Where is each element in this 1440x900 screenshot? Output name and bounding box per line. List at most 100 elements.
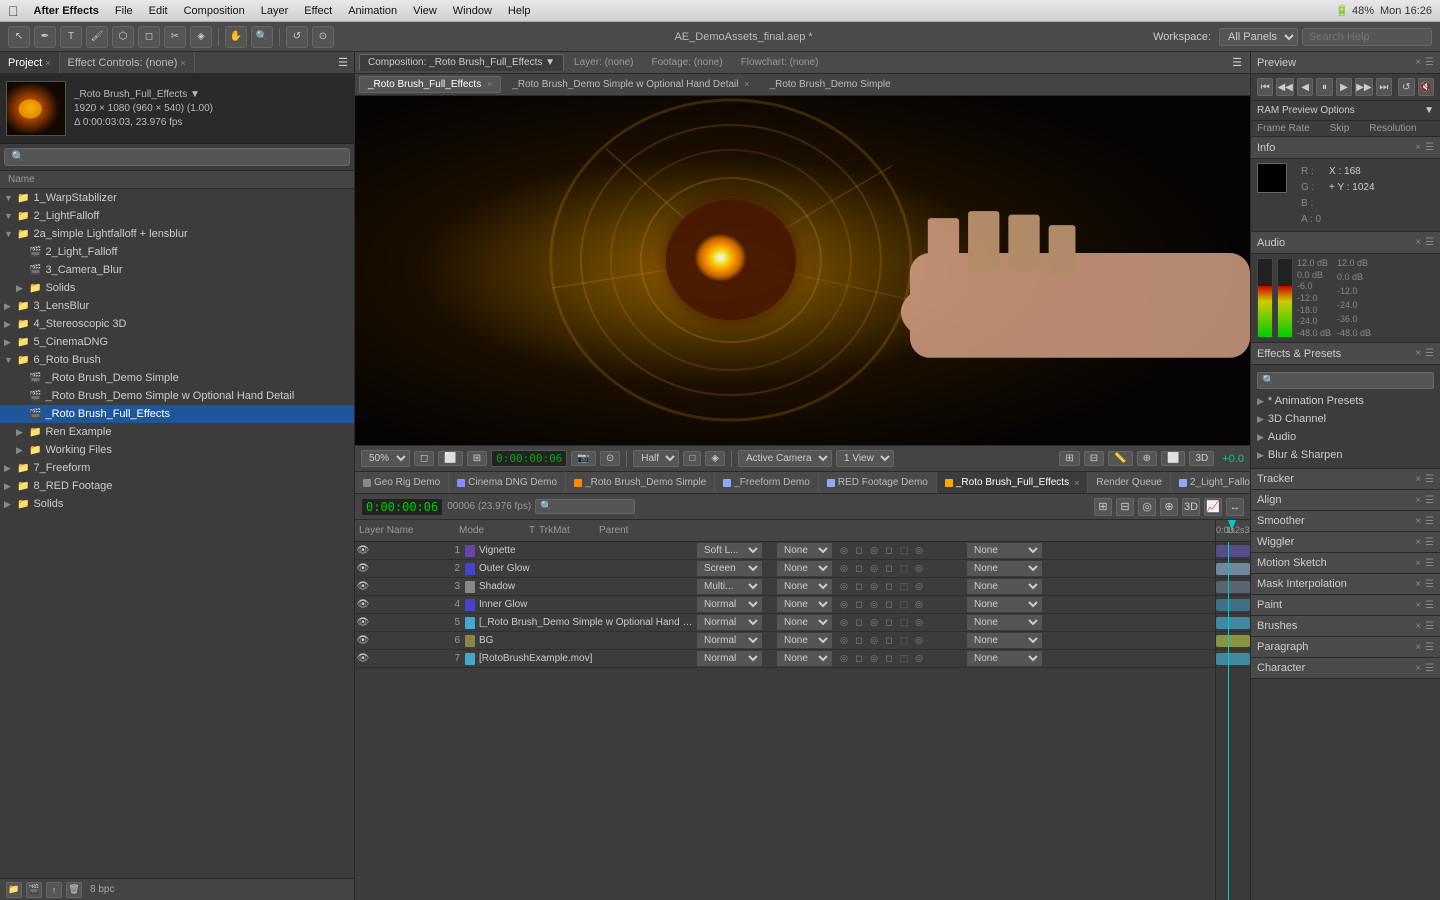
layer-mode-1[interactable]: Soft L... (697, 543, 767, 558)
layer-parent-5[interactable]: None (967, 615, 1047, 630)
tab-project[interactable]: Project × (0, 52, 60, 73)
tool-pen[interactable]: ✒ (34, 26, 56, 48)
tree-item-2a_simple_Lightfalloff_+_lensblur[interactable]: ▼📁2a_simple Lightfalloff + lensblur (0, 225, 354, 243)
layer-mode-6[interactable]: Normal (697, 633, 767, 648)
menu-edit[interactable]: Edit (142, 3, 175, 19)
tool-rotate[interactable]: ↺ (286, 26, 308, 48)
timeline-playhead-line[interactable] (1228, 542, 1229, 900)
timeline-graph-editor-btn[interactable]: 📈 (1204, 498, 1222, 516)
tab-geo-rig-demo[interactable]: Geo Rig Demo (355, 472, 449, 493)
audio-menu[interactable]: ☰ (1425, 237, 1434, 248)
menu-effect[interactable]: Effect (297, 3, 339, 19)
layer-eye-5[interactable]: 👁 (355, 617, 371, 628)
layer-trkmat-7[interactable]: None (777, 651, 837, 666)
layer-eye-7[interactable]: 👁 (355, 653, 371, 664)
tab-project-close[interactable]: × (45, 58, 50, 68)
viewer-toggle[interactable]: ⊙ (600, 451, 620, 466)
viewer-grid[interactable]: ⊞ (1059, 451, 1079, 466)
app-menu-aftereffects[interactable]: After Effects (27, 3, 106, 19)
effects-cat-3d-channel[interactable]: ▶ 3D Channel (1251, 410, 1440, 428)
preview-menu[interactable]: ☰ (1425, 57, 1434, 68)
prev-first-frame[interactable]: ⏮ (1257, 78, 1273, 96)
tool-stamp[interactable]: ⬡ (112, 26, 134, 48)
tracker-header[interactable]: Tracker × ☰ (1251, 469, 1440, 489)
layer-trkmat-2[interactable]: None (777, 561, 837, 576)
timeline-draft-3d-btn[interactable]: 3D (1182, 498, 1200, 516)
tab-roto-simple[interactable]: _Roto Brush_Demo Simple (566, 472, 715, 493)
layer-row-2[interactable]: 👁 2 Outer Glow Screen None ◎ (355, 560, 1215, 578)
layer-eye-1[interactable]: 👁 (355, 545, 371, 556)
layer-parent-2[interactable]: None (967, 561, 1047, 576)
prev-play-back[interactable]: ◀ (1297, 78, 1313, 96)
tool-rotobrush[interactable]: ✂ (164, 26, 186, 48)
wiggler-menu[interactable]: ☰ (1425, 537, 1434, 548)
menu-composition[interactable]: Composition (177, 3, 252, 19)
wiggler-header[interactable]: Wiggler × ☰ (1251, 532, 1440, 552)
comp-tab-roto-simple[interactable]: _Roto Brush_Demo Simple (761, 76, 900, 93)
tab-render-queue[interactable]: Render Queue (1088, 472, 1171, 493)
viewer-camera-icon[interactable]: 📷 (571, 451, 595, 466)
mask-interpolation-header[interactable]: Mask Interpolation × ☰ (1251, 574, 1440, 594)
tree-item-2_LightFalloff[interactable]: ▼📁2_LightFalloff (0, 207, 354, 225)
time-bar-7[interactable] (1216, 653, 1250, 665)
tab-light-falloff[interactable]: 2_Light_Falloff (1171, 472, 1250, 493)
layer-parent-6[interactable]: None (967, 633, 1047, 648)
tree-item-Working_Files[interactable]: ▶📁Working Files (0, 441, 354, 459)
tree-item-_Roto_Brush_Demo_Simple_w_Optional_Hand_Detail[interactable]: 🎬_Roto Brush_Demo Simple w Optional Hand… (0, 387, 354, 405)
timeline-timecode[interactable]: 0:00:00:06 (361, 498, 443, 516)
character-header[interactable]: Character × ☰ (1251, 658, 1440, 678)
layer-parent-7[interactable]: None (967, 651, 1047, 666)
layer-row-3[interactable]: 👁 3 Shadow Multi... None ◎ ◻ (355, 578, 1215, 596)
paragraph-header[interactable]: Paragraph × ☰ (1251, 637, 1440, 657)
comp-tab-roto-optional[interactable]: _Roto Brush_Demo Simple w Optional Hand … (503, 76, 758, 93)
tree-item-Solids[interactable]: ▶📁Solids (0, 495, 354, 513)
effects-menu[interactable]: ☰ (1425, 348, 1434, 359)
tree-item-3_LensBlur[interactable]: ▶📁3_LensBlur (0, 297, 354, 315)
layer-eye-2[interactable]: 👁 (355, 563, 371, 574)
prev-play[interactable]: ▶ (1336, 78, 1352, 96)
paint-menu[interactable]: ☰ (1425, 600, 1434, 611)
layer-trkmat-4[interactable]: None (777, 597, 837, 612)
paint-close[interactable]: × (1415, 600, 1421, 611)
layer-trkmat-3[interactable]: None (777, 579, 837, 594)
paragraph-menu[interactable]: ☰ (1425, 642, 1434, 653)
motion-sketch-header[interactable]: Motion Sketch × ☰ (1251, 553, 1440, 573)
audio-close[interactable]: × (1415, 237, 1421, 248)
tab-freeform[interactable]: _Freeform Demo (715, 472, 819, 493)
tool-eraser[interactable]: ◻ (138, 26, 160, 48)
menu-file[interactable]: File (108, 3, 140, 19)
viewer-3d[interactable]: 3D (1189, 451, 1214, 466)
tree-item-5_CinemaDNG[interactable]: ▶📁5_CinemaDNG (0, 333, 354, 351)
prev-mute[interactable]: 🔇 (1418, 78, 1434, 96)
layer-eye-4[interactable]: 👁 (355, 599, 371, 610)
preview-close[interactable]: × (1415, 57, 1421, 68)
mask-interpolation-close[interactable]: × (1415, 579, 1421, 590)
layer-trkmat-5[interactable]: None (777, 615, 837, 630)
tracker-close[interactable]: × (1415, 474, 1421, 485)
comp-tab-roto-optional-close[interactable]: × (744, 79, 749, 89)
effects-search-input[interactable] (1257, 372, 1434, 389)
motion-sketch-menu[interactable]: ☰ (1425, 558, 1434, 569)
tool-text[interactable]: T (60, 26, 82, 48)
effects-header[interactable]: Effects & Presets × ☰ (1251, 343, 1440, 365)
search-help-input[interactable] (1302, 28, 1432, 46)
tree-item-Solids[interactable]: ▶📁Solids (0, 279, 354, 297)
viewer-btn-2[interactable]: ⬜ (438, 451, 462, 466)
tool-orbit[interactable]: ⊙ (312, 26, 334, 48)
paragraph-close[interactable]: × (1415, 642, 1421, 653)
tool-puppet[interactable]: ◈ (190, 26, 212, 48)
layer-row-5[interactable]: 👁 5 [_Roto Brush_Demo Simple w Optional … (355, 614, 1215, 632)
tool-select[interactable]: ↖ (8, 26, 30, 48)
delete-btn[interactable]: 🗑 (66, 882, 82, 898)
layer-eye-6[interactable]: 👁 (355, 635, 371, 646)
viewer-fast-preview[interactable]: □ (683, 451, 701, 466)
viewer-timecode[interactable]: 0:00:00:06 (491, 450, 567, 467)
tab-roto-full-effects[interactable]: _Roto Brush_Full_Effects × (937, 472, 1088, 493)
tree-item-1_WarpStabilizer[interactable]: ▼📁1_WarpStabilizer (0, 189, 354, 207)
tab-effect-controls[interactable]: Effect Controls: (none) × (60, 52, 195, 73)
align-close[interactable]: × (1415, 495, 1421, 506)
smoother-close[interactable]: × (1415, 516, 1421, 527)
viewer-btn-1[interactable]: ◻ (414, 451, 434, 466)
preview-header[interactable]: Preview × ☰ (1251, 52, 1440, 74)
smoother-header[interactable]: Smoother × ☰ (1251, 511, 1440, 531)
